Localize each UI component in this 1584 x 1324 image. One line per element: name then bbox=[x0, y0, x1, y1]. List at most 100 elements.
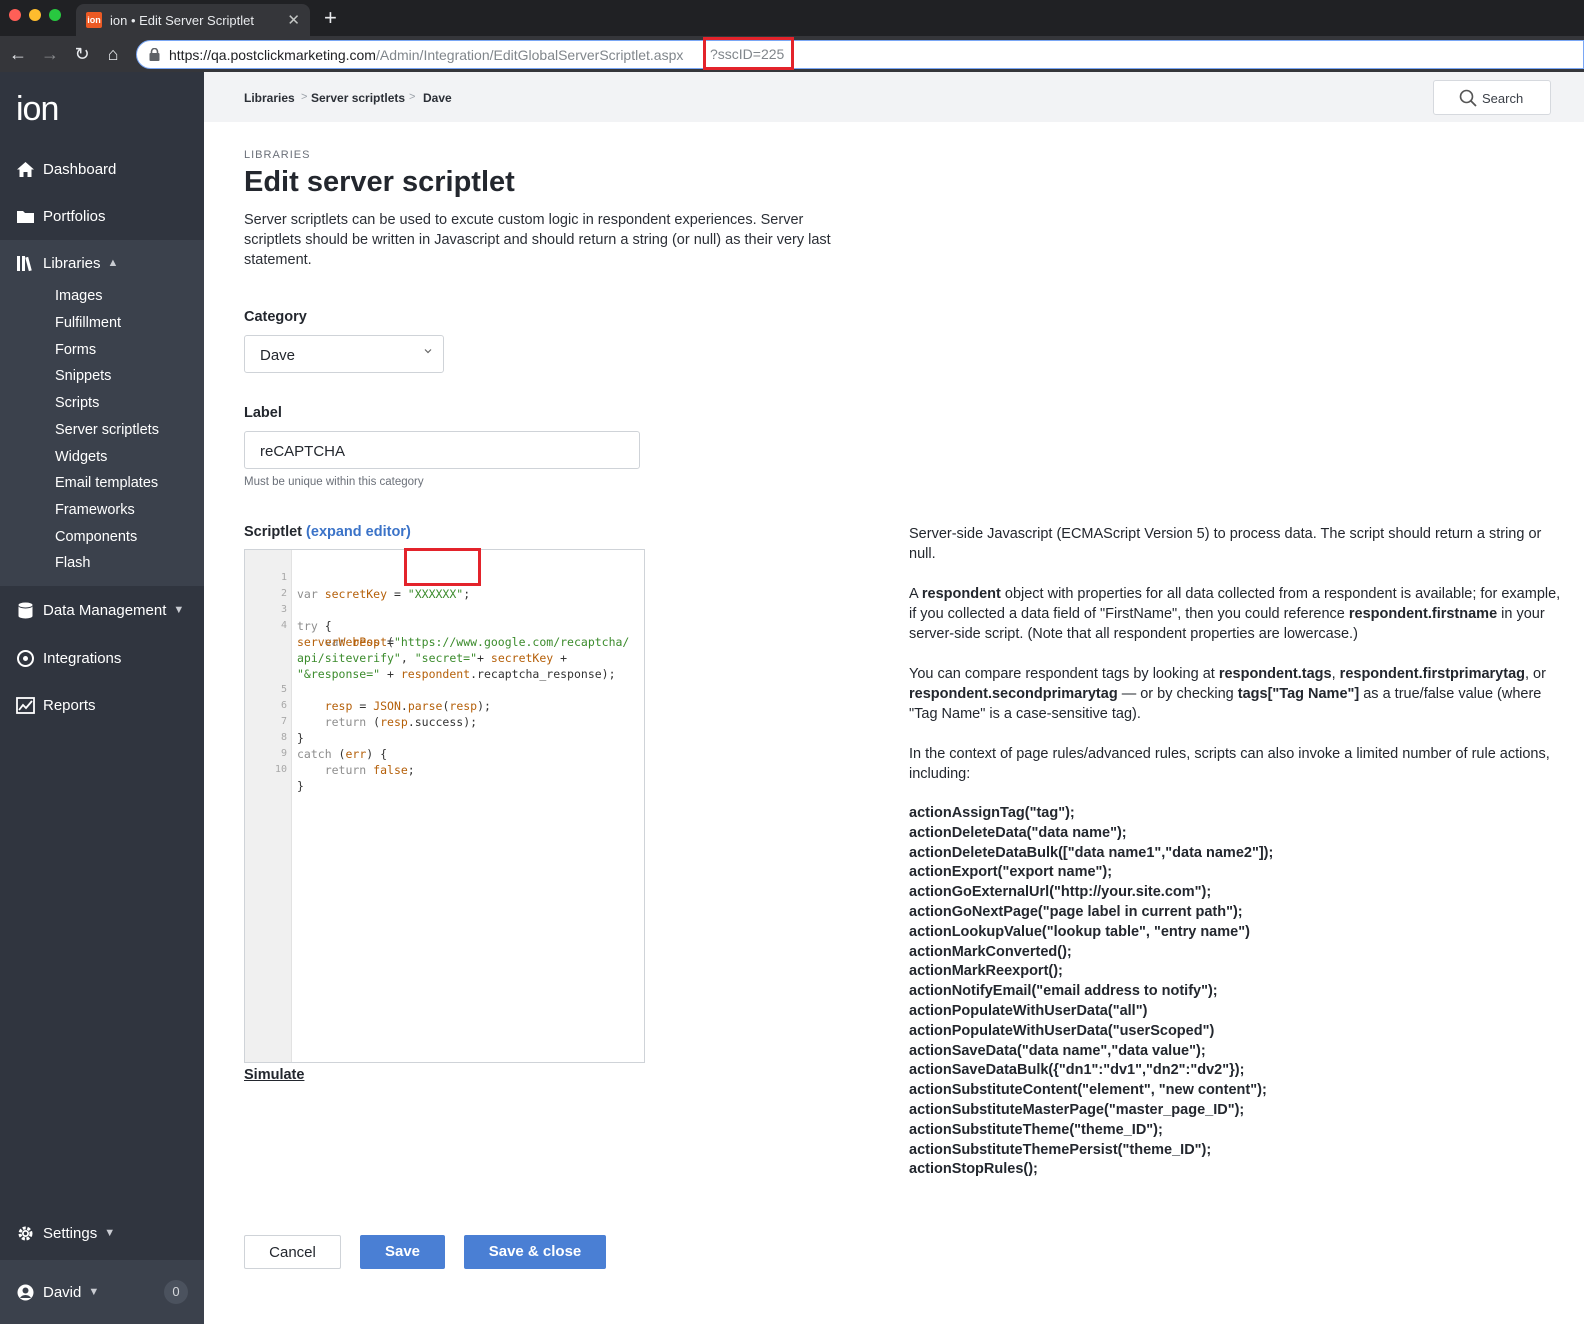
close-icon[interactable]: ✕ bbox=[287, 11, 300, 29]
rule-action-item: actionAssignTag("tag"); bbox=[909, 805, 1075, 821]
window-close-button[interactable] bbox=[9, 9, 21, 21]
ion-favicon-icon: ion bbox=[86, 12, 102, 28]
save-close-button[interactable]: Save & close bbox=[464, 1235, 606, 1269]
chart-icon bbox=[16, 696, 35, 714]
chevron-down-icon: ▼ bbox=[88, 1286, 100, 1298]
rule-action-item: actionSubstituteThemePersist("theme_ID")… bbox=[909, 1141, 1212, 1158]
expand-editor-link[interactable]: (expand editor) bbox=[306, 524, 411, 540]
sidebar-item-dashboard[interactable]: Dashboard bbox=[0, 146, 204, 192]
code-text: } bbox=[297, 779, 304, 793]
notification-count-badge[interactable]: 0 bbox=[164, 1280, 188, 1304]
code-line: 9 return false; bbox=[245, 730, 644, 777]
search-icon bbox=[1459, 89, 1477, 107]
sidebar-item-data-management[interactable]: Data Management ▼ bbox=[0, 587, 204, 633]
breadcrumb-dave[interactable]: Dave bbox=[423, 91, 452, 105]
rule-action-item: actionDeleteDataBulk(["data name1","data… bbox=[909, 844, 1274, 861]
breadcrumb-libraries[interactable]: Libraries bbox=[244, 91, 295, 105]
sidebar-subitem-email-templates[interactable]: Email templates bbox=[55, 475, 158, 491]
sidebar-subitem-flash[interactable]: Flash bbox=[55, 555, 90, 571]
home-icon[interactable]: ⌂ bbox=[101, 42, 125, 66]
rule-action-item: actionSaveDataBulk({"dn1":"dv1","dn2":"d… bbox=[909, 1062, 1245, 1079]
rule-action-item: actionMarkReexport(); bbox=[909, 963, 1063, 980]
back-arrow-icon[interactable]: ← bbox=[6, 42, 30, 66]
code-line: 6 return (resp.success); bbox=[245, 682, 644, 729]
label-input[interactable]: reCAPTCHA bbox=[244, 431, 640, 469]
sidebar-item-label: Reports bbox=[43, 696, 96, 714]
address-bar[interactable]: https://qa.postclickmarketing.com/Admin/… bbox=[136, 37, 1584, 70]
sidebar-subitem-components[interactable]: Components bbox=[55, 529, 137, 545]
rule-action-item: actionStopRules(); bbox=[909, 1161, 1038, 1178]
rule-actions-list: actionAssignTag("tag"); actionDeleteData… bbox=[909, 804, 1564, 1180]
main-content: LIBRARIES Edit server scriptlet Server s… bbox=[204, 122, 1584, 1324]
sidebar-subitem-scripts[interactable]: Scripts bbox=[55, 395, 99, 411]
url-query-annotation: ?sscID=225 bbox=[703, 37, 794, 70]
sidebar-item-integrations[interactable]: Integrations bbox=[0, 635, 204, 681]
doc-paragraph: You can compare respondent tags by looki… bbox=[909, 666, 1546, 722]
scriptlet-label: Scriptlet (expand editor) bbox=[244, 524, 411, 540]
rule-action-item: actionPopulateWithUserData("userScoped") bbox=[909, 1022, 1215, 1039]
sidebar-item-label: Data Management bbox=[43, 601, 167, 619]
folder-icon bbox=[17, 210, 34, 223]
new-tab-icon[interactable]: + bbox=[324, 4, 337, 32]
sidebar-subitem-frameworks[interactable]: Frameworks bbox=[55, 502, 135, 518]
sidebar-subitem-snippets[interactable]: Snippets bbox=[55, 368, 111, 384]
forward-arrow-icon[interactable]: → bbox=[38, 42, 62, 66]
cancel-button[interactable]: Cancel bbox=[244, 1235, 341, 1269]
sidebar-item-reports[interactable]: Reports bbox=[0, 682, 204, 728]
page-description: Server scriptlets can be used to excute … bbox=[244, 212, 831, 268]
rule-action-item: actionGoNextPage("page label in current … bbox=[909, 903, 1243, 920]
sidebar-item-settings[interactable]: Settings ▼ bbox=[0, 1210, 204, 1256]
category-label: Category bbox=[244, 309, 307, 325]
code-line: 7 } bbox=[245, 698, 644, 745]
user-menu[interactable]: David ▼ 0 bbox=[0, 1260, 204, 1324]
search-label: Search bbox=[1482, 91, 1524, 106]
rule-action-item: actionMarkConverted(); bbox=[909, 943, 1072, 960]
doc-paragraph: In the context of page rules/advanced ru… bbox=[909, 746, 1550, 782]
code-line-wrap: "&response=" + respondent.recaptcha_resp… bbox=[245, 650, 644, 681]
lock-icon bbox=[149, 48, 160, 61]
sidebar-subitem-fulfillment[interactable]: Fulfillment bbox=[55, 315, 121, 331]
ion-logo[interactable]: ion bbox=[16, 90, 59, 129]
sidebar-item-portfolios[interactable]: Portfolios bbox=[0, 193, 204, 239]
code-line: 5 resp = JSON.parse(resp); bbox=[245, 666, 644, 713]
rule-action-item: actionDeleteData("data name"); bbox=[909, 824, 1127, 841]
code-line: 8 catch (err) { bbox=[245, 714, 644, 761]
sidebar-item-label: Portfolios bbox=[43, 207, 106, 225]
window-zoom-button[interactable] bbox=[49, 9, 61, 21]
code-editor[interactable]: 1 var secretKey = "XXXXXX"; 2 3 try { 4 … bbox=[244, 548, 645, 1063]
search-button[interactable]: Search bbox=[1433, 80, 1551, 115]
browser-tab[interactable]: ion ion • Edit Server Scriptlet ✕ bbox=[76, 4, 310, 36]
browser-tab-bar: ion ion • Edit Server Scriptlet ✕ + bbox=[0, 0, 1584, 36]
sidebar: ion Dashboard Portfolios Libraries ▲ Ima… bbox=[0, 72, 204, 1324]
page-header: Libraries > Server scriptlets > Dave Sea… bbox=[204, 72, 1584, 122]
sidebar-item-label: Settings bbox=[43, 1224, 98, 1242]
breadcrumb-server-scriptlets[interactable]: Server scriptlets bbox=[311, 91, 405, 105]
chevron-down-icon bbox=[424, 349, 432, 354]
window-minimize-button[interactable] bbox=[29, 9, 41, 21]
sidebar-subitem-widgets[interactable]: Widgets bbox=[55, 449, 107, 465]
simulate-link[interactable]: Simulate bbox=[244, 1067, 304, 1083]
category-select[interactable]: Dave bbox=[244, 335, 444, 373]
category-selected-value: Dave bbox=[260, 347, 296, 364]
save-button[interactable]: Save bbox=[360, 1235, 445, 1269]
sidebar-subitem-images[interactable]: Images bbox=[55, 288, 103, 304]
rule-action-item: actionSaveData("data name","data value")… bbox=[909, 1042, 1206, 1059]
rule-action-item: actionNotifyEmail("email address to noti… bbox=[909, 983, 1218, 1000]
tab-title: ion • Edit Server Scriptlet bbox=[110, 13, 254, 28]
sidebar-item-label: Dashboard bbox=[43, 160, 117, 178]
code-line: 3 try { bbox=[245, 586, 644, 633]
sidebar-subitem-forms[interactable]: Forms bbox=[55, 342, 96, 358]
code-line-wrap: serverWebPost("https://www.google.com/re… bbox=[245, 618, 644, 649]
code-line: 4 var resp = bbox=[245, 602, 644, 649]
sidebar-item-libraries[interactable]: Libraries ▲ bbox=[0, 240, 204, 286]
rule-action-item: actionGoExternalUrl("http://your.site.co… bbox=[909, 884, 1212, 901]
line-number: 10 bbox=[274, 764, 287, 775]
code-line: 10 } bbox=[245, 746, 644, 793]
sidebar-subitem-server-scriptlets[interactable]: Server scriptlets bbox=[55, 422, 159, 438]
code-line: 2 bbox=[245, 570, 644, 599]
user-avatar-icon bbox=[17, 1284, 34, 1300]
rule-action-item: actionSubstituteContent("element", "new … bbox=[909, 1082, 1267, 1099]
code-text: return false; bbox=[297, 763, 415, 777]
reload-icon[interactable]: ↻ bbox=[70, 42, 94, 66]
code-line: 1 var secretKey = "XXXXXX"; bbox=[245, 548, 644, 601]
